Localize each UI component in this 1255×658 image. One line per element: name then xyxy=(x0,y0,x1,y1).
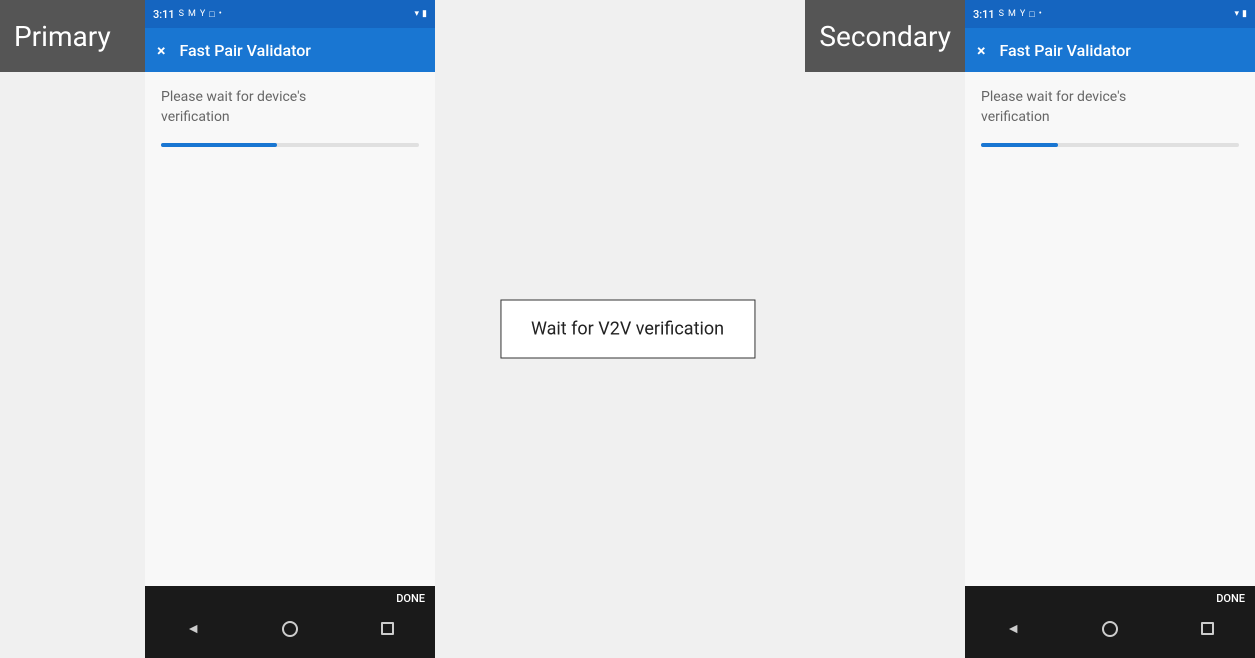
v2v-text: Wait for V2V verification xyxy=(531,319,724,340)
secondary-back-icon: ◄ xyxy=(1006,620,1020,637)
primary-status-left: 3:11 S M Y □ • xyxy=(153,8,222,21)
secondary-status-dot: □ xyxy=(1029,9,1034,20)
secondary-wait-text: Please wait for device's verification xyxy=(981,88,1239,127)
v2v-verification-box: Wait for V2V verification xyxy=(500,300,755,359)
primary-nav-buttons: ◄ xyxy=(145,605,435,658)
primary-done-label: DONE xyxy=(145,586,435,605)
secondary-home-icon xyxy=(1102,621,1118,637)
secondary-phone: 3:11 S M Y □ • ▾ ▮ × Fast Pair Validator xyxy=(965,0,1255,658)
secondary-app-title: Fast Pair Validator xyxy=(1000,41,1131,60)
secondary-time: 3:11 xyxy=(973,8,995,21)
secondary-status-bullet: • xyxy=(1039,9,1042,19)
secondary-progress-fill xyxy=(981,143,1058,147)
secondary-back-btn[interactable]: ◄ xyxy=(1006,620,1020,637)
v2v-overlay: Wait for V2V verification xyxy=(500,300,755,359)
secondary-recent-icon xyxy=(1201,622,1214,635)
primary-app-title: Fast Pair Validator xyxy=(180,41,311,60)
primary-content: Please wait for device's verification xyxy=(145,72,435,586)
primary-wait-text: Please wait for device's verification xyxy=(161,88,419,127)
secondary-recent-btn[interactable] xyxy=(1201,622,1214,635)
secondary-nav-bar: DONE ◄ xyxy=(965,586,1255,658)
primary-progress-fill xyxy=(161,143,277,147)
primary-status-bullet: • xyxy=(219,9,222,19)
secondary-status-bar: 3:11 S M Y □ • ▾ ▮ xyxy=(965,0,1255,28)
primary-label: Primary xyxy=(0,0,145,72)
secondary-battery-icon: ▮ xyxy=(1242,9,1247,19)
secondary-status-left: 3:11 S M Y □ • xyxy=(973,8,1042,21)
primary-battery-icon: ▮ xyxy=(422,9,427,19)
primary-nav-bar: DONE ◄ xyxy=(145,586,435,658)
secondary-close-icon[interactable]: × xyxy=(977,41,986,60)
secondary-wifi-icon: ▾ xyxy=(1235,9,1240,19)
primary-status-m: M xyxy=(188,9,196,19)
secondary-status-right: ▾ ▮ xyxy=(1235,9,1247,19)
secondary-progress-container xyxy=(981,143,1239,147)
primary-status-s: S xyxy=(179,9,184,19)
secondary-status-y: Y xyxy=(1020,9,1025,19)
primary-recent-btn[interactable] xyxy=(381,622,394,635)
secondary-status-m: M xyxy=(1008,9,1016,19)
secondary-home-btn[interactable] xyxy=(1102,621,1118,637)
secondary-status-s: S xyxy=(999,9,1004,19)
screens-container: Primary 3:11 S M Y □ • ▾ ▮ × xyxy=(0,0,1255,658)
primary-back-icon: ◄ xyxy=(186,620,200,637)
primary-back-btn[interactable]: ◄ xyxy=(186,620,200,637)
secondary-app-bar: × Fast Pair Validator xyxy=(965,28,1255,72)
primary-phone: 3:11 S M Y □ • ▾ ▮ × Fast Pair Validator xyxy=(145,0,435,658)
primary-home-btn[interactable] xyxy=(282,621,298,637)
primary-status-right: ▾ ▮ xyxy=(415,9,427,19)
primary-status-bar: 3:11 S M Y □ • ▾ ▮ xyxy=(145,0,435,28)
secondary-done-label: DONE xyxy=(965,586,1255,605)
primary-home-icon xyxy=(282,621,298,637)
secondary-label: Secondary xyxy=(805,0,965,72)
primary-close-icon[interactable]: × xyxy=(157,41,166,60)
secondary-nav-buttons: ◄ xyxy=(965,605,1255,658)
primary-status-dot: □ xyxy=(209,9,214,20)
primary-time: 3:11 xyxy=(153,8,175,21)
primary-wifi-icon: ▾ xyxy=(415,9,420,19)
primary-recent-icon xyxy=(381,622,394,635)
secondary-content: Please wait for device's verification xyxy=(965,72,1255,586)
primary-status-y: Y xyxy=(200,9,205,19)
primary-progress-container xyxy=(161,143,419,147)
primary-app-bar: × Fast Pair Validator xyxy=(145,28,435,72)
